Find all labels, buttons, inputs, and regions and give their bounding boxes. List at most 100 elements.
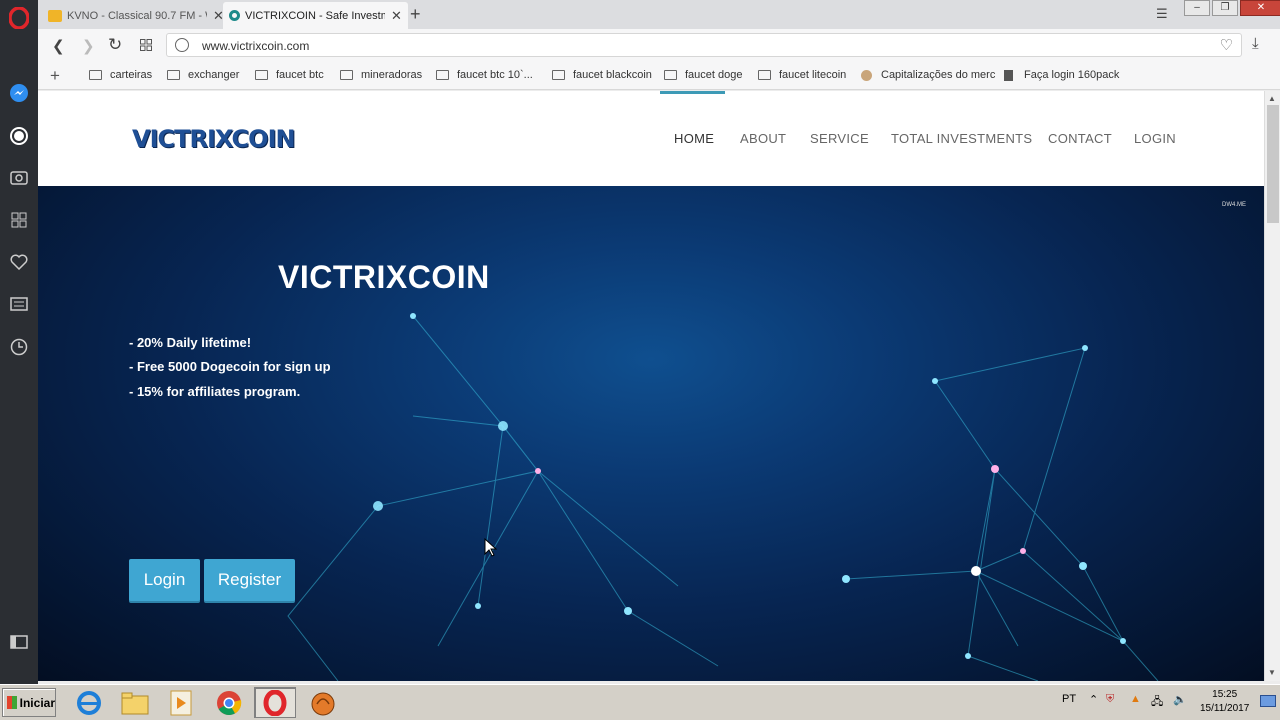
scroll-thumb[interactable] (1267, 105, 1279, 223)
warning-tray-icon[interactable]: ▲ (1130, 693, 1141, 705)
hero-bullet: - 20% Daily lifetime! (129, 335, 252, 350)
active-nav-indicator (660, 91, 725, 94)
folder-icon (255, 70, 268, 80)
news-icon[interactable] (7, 292, 31, 316)
nav-home[interactable]: HOME (674, 131, 714, 146)
file-explorer-icon[interactable] (114, 687, 156, 718)
address-toolbar: ❮ ❯ ↻ www.victrixcoin.com ♡ ⤓ (38, 29, 1280, 62)
bookmark-label: exchanger (188, 69, 240, 81)
back-icon[interactable]: ❮ (52, 37, 65, 55)
folder-icon (436, 70, 449, 80)
bookmark-faucet-litecoin[interactable]: faucet litecoin (758, 69, 846, 81)
nav-service[interactable]: SERVICE (810, 131, 869, 146)
windows-logo-icon (7, 696, 17, 709)
opera-sidebar (0, 0, 38, 684)
bookmark-label: carteiras (110, 69, 153, 81)
messenger-icon[interactable] (7, 81, 31, 105)
tab-victrixcoin[interactable]: VICTRIXCOIN - Safe Investm ✕ (223, 2, 408, 29)
mitten-app-icon[interactable] (302, 687, 344, 718)
security-tray-icon[interactable]: ⛨ (1106, 693, 1114, 706)
site-logo[interactable]: VICTRIXCOIN (132, 125, 296, 153)
watermark-text: DW4.ME (1222, 202, 1246, 208)
network-tray-icon[interactable]: 🖧 (1151, 693, 1163, 712)
opera-taskbar-icon[interactable] (254, 687, 296, 718)
tabs-grid-icon[interactable] (140, 38, 152, 55)
folder-icon (664, 70, 677, 80)
close-tab-icon[interactable]: ✕ (391, 8, 402, 24)
tab-strip: KVNO - Classical 90.7 FM - W ✕ VICTRIXCO… (38, 0, 1280, 29)
history-icon[interactable] (7, 335, 31, 359)
bookmark-label: mineradoras (361, 69, 423, 81)
system-clock[interactable]: 15:25 15/11/2017 (1200, 688, 1249, 716)
radio-favicon-icon (48, 9, 62, 22)
volume-tray-icon[interactable]: 🔈 (1173, 693, 1187, 706)
minimize-icon[interactable]: – (1184, 0, 1210, 16)
media-player-icon[interactable] (160, 687, 202, 718)
start-button[interactable]: Iniciar (2, 688, 56, 717)
maximize-icon[interactable]: ❐ (1212, 0, 1238, 16)
page-favicon-icon (1004, 69, 1013, 81)
bookmarks-bar: + carteiras exchanger faucet btc minerad… (38, 62, 1280, 90)
bookmark-mineradoras[interactable]: mineradoras (340, 69, 422, 81)
tray-expand-icon[interactable]: ⌃ (1089, 693, 1098, 706)
hero-register-button[interactable]: Register (204, 559, 295, 601)
folder-icon (758, 70, 771, 80)
scroll-up-icon[interactable]: ▲ (1268, 94, 1276, 103)
globe-icon (175, 38, 189, 52)
bookmark-carteiras[interactable]: carteiras (89, 69, 152, 81)
network-background (287, 313, 1159, 681)
hero-login-button[interactable]: Login (129, 559, 200, 601)
bookmark-capitalizacoes[interactable]: Capitalizações do merc (861, 69, 995, 81)
tab-kvno[interactable]: KVNO - Classical 90.7 FM - W ✕ (42, 2, 230, 29)
close-window-icon[interactable]: ✕ (1240, 0, 1280, 16)
folder-icon (340, 70, 353, 80)
folder-icon (89, 70, 102, 80)
hero-banner: DW4.ME VICTRIXCOIN - 20% Daily lifetime!… (38, 186, 1264, 681)
coin-favicon-icon (861, 69, 872, 81)
clock-time: 15:25 (1212, 689, 1238, 700)
web-page: VICTRIXCOIN HOME ABOUT SERVICE TOTAL INV… (38, 91, 1264, 681)
folder-icon (552, 70, 565, 80)
nav-contact[interactable]: CONTACT (1048, 131, 1112, 146)
window-controls: – ❐ ✕ (1182, 0, 1280, 18)
sidebar-toggle-icon[interactable] (7, 630, 31, 654)
language-indicator[interactable]: PT (1062, 693, 1076, 705)
victrixcoin-favicon-icon (229, 10, 240, 21)
bookmark-faucet-btc[interactable]: faucet btc (255, 69, 324, 81)
start-label: Iniciar (19, 695, 55, 710)
address-bar[interactable]: www.victrixcoin.com ♡ (166, 33, 1242, 57)
chrome-icon[interactable] (208, 687, 250, 718)
forward-icon[interactable]: ❯ (82, 37, 95, 55)
nav-total-investments[interactable]: TOTAL INVESTMENTS (891, 131, 1032, 146)
tab-title: VICTRIXCOIN - Safe Investm (245, 9, 385, 22)
tab-menu-icon[interactable]: ☰ (1156, 6, 1168, 22)
scroll-down-icon[interactable]: ▼ (1268, 668, 1276, 677)
camera-icon[interactable] (7, 165, 31, 189)
nav-login[interactable]: LOGIN (1134, 131, 1176, 146)
show-desktop-icon[interactable] (1260, 695, 1276, 710)
add-bookmark-icon[interactable]: + (50, 66, 60, 86)
bookmark-faucet-blackcoin[interactable]: faucet blackcoin (552, 69, 652, 81)
opera-logo-icon[interactable] (7, 6, 31, 30)
bookmark-faucet-btc-10[interactable]: faucet btc 10`... (436, 69, 533, 81)
bookmark-faucet-doge[interactable]: faucet doge (664, 69, 743, 81)
url-text[interactable]: www.victrixcoin.com (202, 39, 309, 53)
reload-icon[interactable]: ↻ (108, 35, 122, 55)
mouse-cursor-icon (484, 538, 498, 557)
nav-about[interactable]: ABOUT (740, 131, 786, 146)
bookmark-heart-icon[interactable]: ♡ (1220, 36, 1233, 54)
site-header: VICTRIXCOIN HOME ABOUT SERVICE TOTAL INV… (38, 91, 1264, 186)
hero-title: VICTRIXCOIN (278, 259, 490, 295)
download-icon[interactable]: ⤓ (1252, 35, 1259, 52)
bookmark-label: Faça login 160pack (1024, 69, 1120, 81)
bookmark-exchanger[interactable]: exchanger (167, 69, 239, 81)
page-scrollbar[interactable]: ▲ ▼ (1264, 91, 1280, 681)
speed-dial-icon[interactable] (7, 208, 31, 232)
whatsapp-icon[interactable] (7, 124, 31, 148)
new-tab-icon[interactable]: + (410, 4, 421, 25)
internet-explorer-icon[interactable] (68, 687, 110, 718)
hero-bullet: - Free 5000 Dogecoin for sign up (129, 359, 331, 374)
heart-icon[interactable] (7, 250, 31, 274)
bookmark-160pack[interactable]: Faça login 160pack (1004, 69, 1119, 81)
bookmark-label: faucet doge (685, 69, 743, 81)
